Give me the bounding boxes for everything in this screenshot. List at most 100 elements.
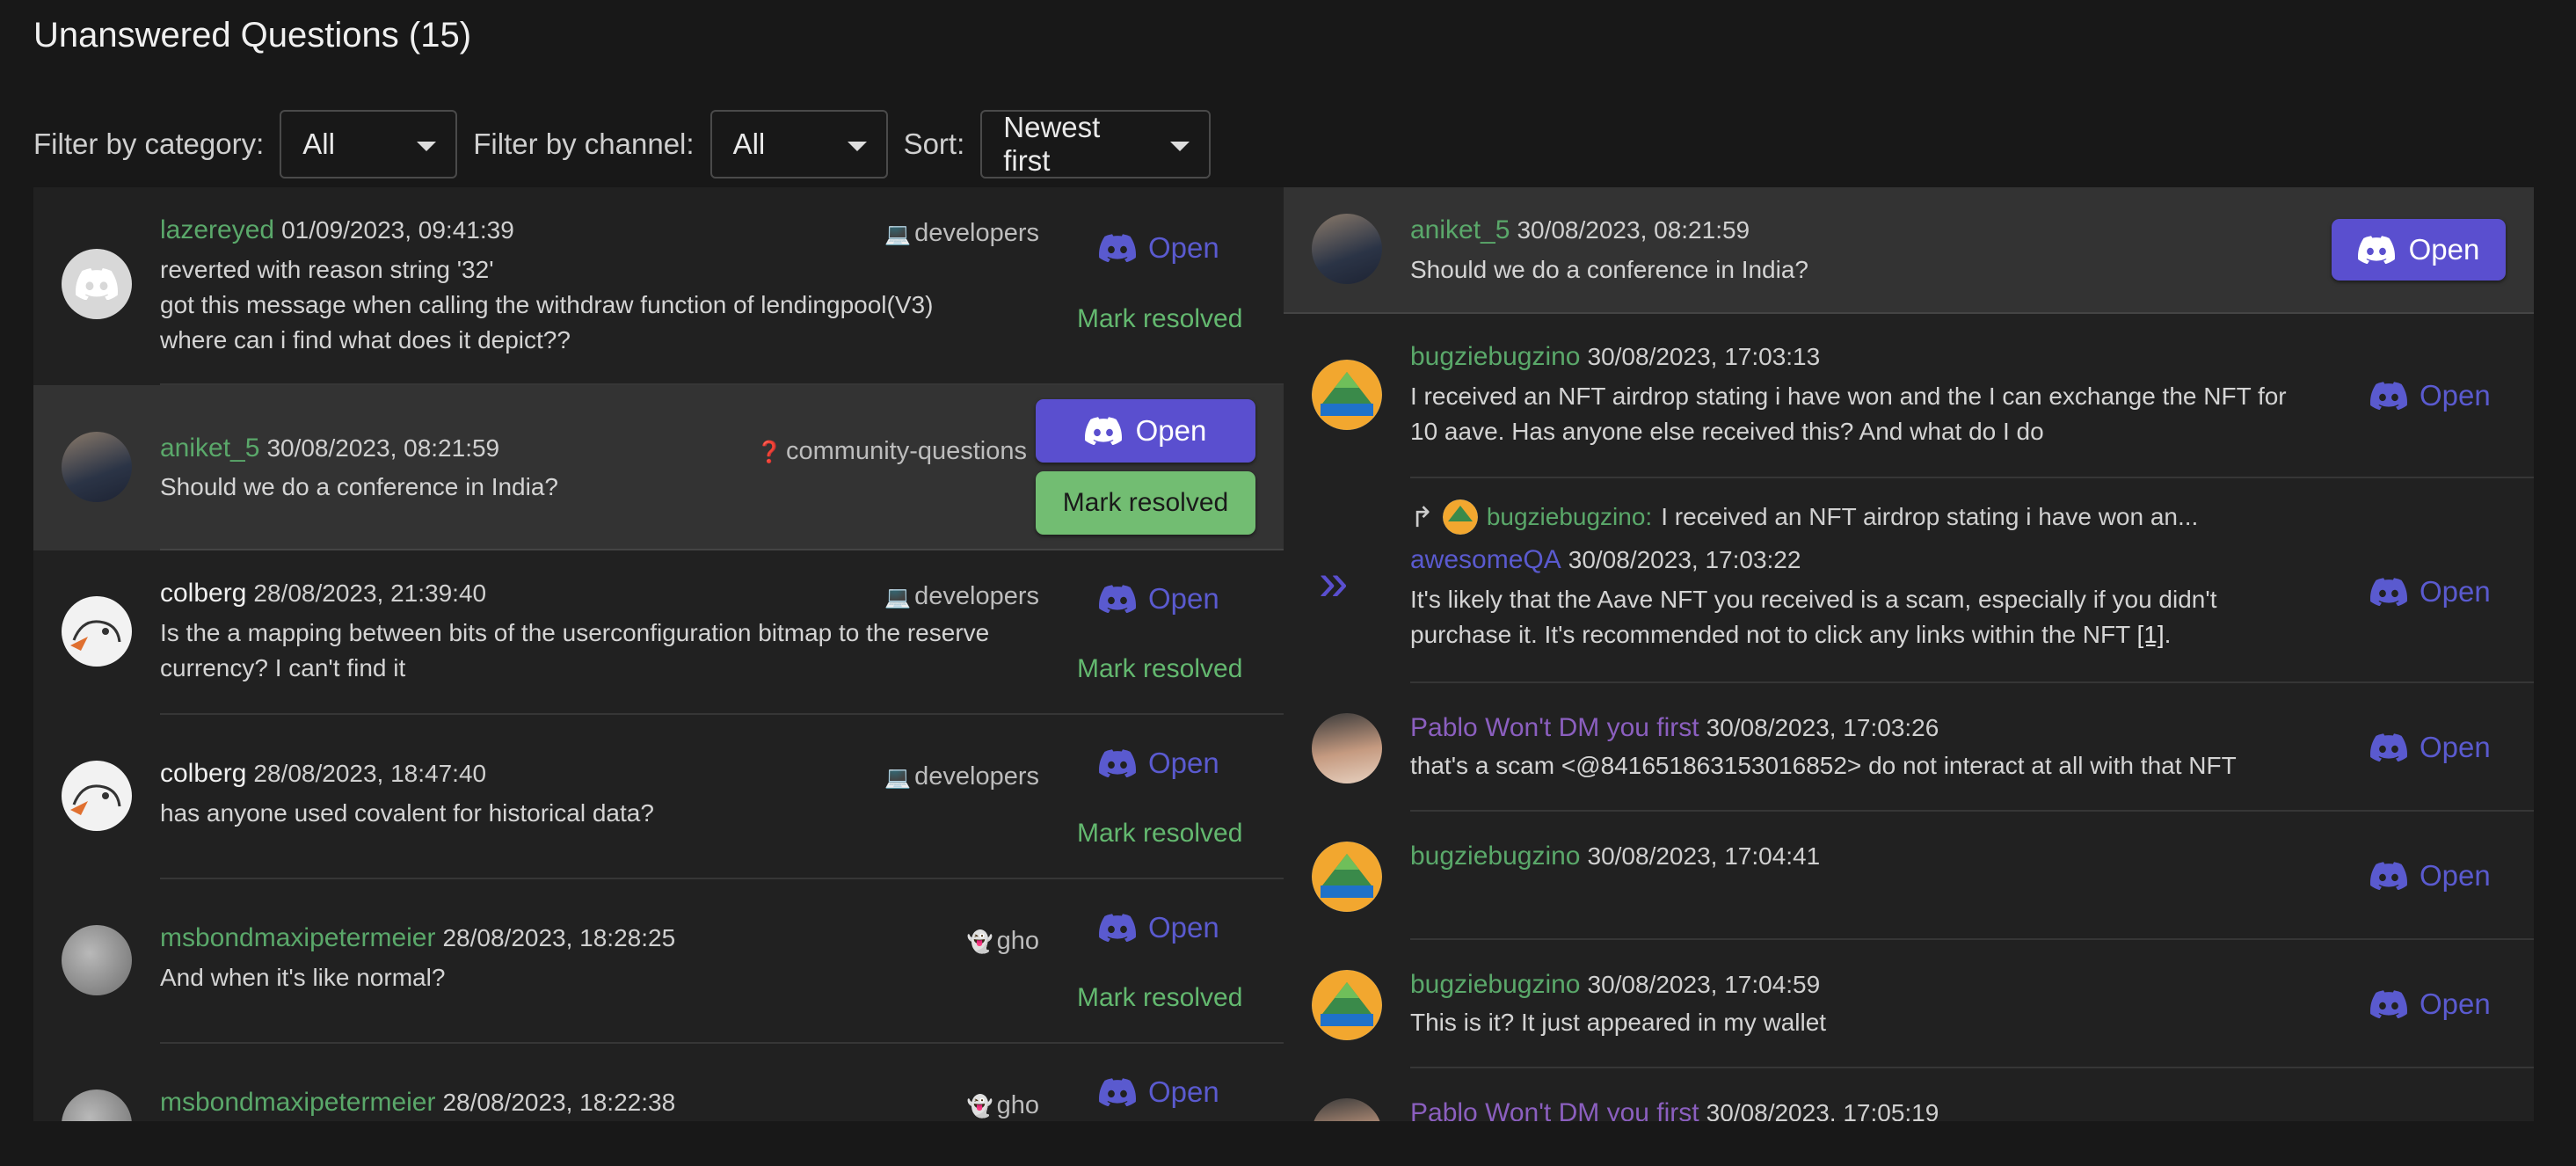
channel-name: developers bbox=[914, 582, 1039, 610]
mark-resolved-button[interactable]: Mark resolved bbox=[1077, 304, 1242, 334]
open-label: Open bbox=[1148, 747, 1219, 779]
avatar-illustration bbox=[70, 620, 121, 651]
timestamp: 28/08/2023, 18:28:25 bbox=[442, 924, 676, 951]
open-button[interactable]: Open bbox=[2370, 731, 2491, 764]
open-button[interactable]: Open bbox=[2370, 575, 2491, 609]
message-line: currency? I can't find it bbox=[160, 654, 406, 681]
username[interactable]: colberg bbox=[160, 759, 246, 788]
avatar-illustration bbox=[1312, 842, 1382, 912]
channel-name: gho bbox=[996, 1091, 1039, 1119]
open-button[interactable]: Open bbox=[1036, 399, 1255, 463]
question-row[interactable]: msbondmaxipetermeier 28/08/2023, 18:28:25… bbox=[33, 879, 1284, 1044]
mark-resolved-button[interactable]: Mark resolved bbox=[1077, 983, 1242, 1013]
bot-chevron-icon: » bbox=[1319, 552, 1349, 611]
open-label: Open bbox=[2420, 987, 2491, 1020]
category-filter-select[interactable]: All bbox=[280, 110, 458, 179]
message-line: Should we do a conference in India? bbox=[1410, 256, 1808, 283]
avatar bbox=[62, 761, 132, 831]
channel-filter-value: All bbox=[732, 128, 766, 160]
open-label: Open bbox=[1148, 231, 1219, 264]
open-button[interactable]: Open bbox=[1099, 231, 1219, 265]
reply-reference[interactable]: ↱ bugziebugzino: I received an NFT airdr… bbox=[1410, 499, 2198, 535]
message-line-text: purchase it. It's recommended not to cli… bbox=[1410, 621, 2137, 648]
avatar bbox=[62, 249, 132, 319]
timestamp: 30/08/2023, 17:04:41 bbox=[1587, 842, 1821, 870]
channel-filter-select[interactable]: All bbox=[709, 110, 888, 179]
ghost-icon: 👻 bbox=[966, 1095, 993, 1119]
discord-icon bbox=[1099, 914, 1136, 942]
reply-arrow-icon: ↱ bbox=[1410, 501, 1434, 533]
question-list[interactable]: lazereyed 01/09/2023, 09:41:39 💻 developer… bbox=[33, 187, 1284, 1121]
message-line: got this message when calling the withdr… bbox=[160, 291, 934, 318]
discord-icon bbox=[2370, 578, 2407, 606]
message-line: This is it? It just appeared in my walle… bbox=[1410, 1009, 1827, 1036]
discord-icon bbox=[1099, 234, 1136, 262]
question-row[interactable]: msbondmaxipetermeier 28/08/2023, 18:22:38… bbox=[33, 1044, 1284, 1121]
open-button[interactable]: Open bbox=[2370, 379, 2491, 412]
username[interactable]: msbondmaxipetermeier bbox=[160, 1088, 435, 1117]
message-meta: msbondmaxipetermeier 28/08/2023, 18:28:25 bbox=[160, 923, 675, 953]
discord-icon bbox=[2370, 733, 2407, 762]
message-text: I received an NFT airdrop stating i have… bbox=[1410, 379, 2287, 449]
channel-tag: 💻 developers bbox=[884, 582, 1039, 611]
mark-resolved-button[interactable]: Mark resolved bbox=[1077, 819, 1242, 849]
discord-icon bbox=[1099, 585, 1136, 613]
reply-username[interactable]: bugziebugzino: bbox=[1487, 503, 1652, 531]
message-text: This is it? It just appeared in my walle… bbox=[1410, 1005, 1826, 1040]
open-button[interactable]: Open bbox=[2332, 219, 2506, 281]
username[interactable]: awesomeQA bbox=[1410, 545, 1561, 574]
mark-resolved-button[interactable]: Mark resolved bbox=[1077, 654, 1242, 684]
citation-link[interactable]: [1] bbox=[2137, 621, 2165, 648]
username[interactable]: msbondmaxipetermeier bbox=[160, 923, 435, 952]
username[interactable]: bugziebugzino bbox=[1410, 842, 1581, 871]
avatar bbox=[1312, 1098, 1382, 1121]
username[interactable]: bugziebugzino bbox=[1410, 342, 1581, 371]
message-text: And when it's like normal? bbox=[160, 960, 445, 995]
message-text: Should we do a conference in India? bbox=[1410, 252, 1808, 288]
open-button[interactable]: Open bbox=[1099, 1075, 1219, 1109]
message-text: has anyone used covalent for historical … bbox=[160, 796, 654, 831]
open-label: Open bbox=[2420, 575, 2491, 608]
channel-name: developers bbox=[914, 219, 1039, 247]
avatar bbox=[1312, 214, 1382, 284]
username[interactable]: Pablo Won't DM you first bbox=[1410, 1098, 1699, 1121]
reply-snippet: I received an NFT airdrop stating i have… bbox=[1661, 503, 2199, 530]
question-row-selected[interactable]: aniket_5 30/08/2023, 08:21:59 ❓ community-… bbox=[33, 385, 1284, 550]
message-meta: msbondmaxipetermeier 28/08/2023, 18:22:38 bbox=[160, 1088, 675, 1118]
open-label: Open bbox=[2420, 731, 2491, 763]
message-meta: colberg 28/08/2023, 21:39:40 bbox=[160, 579, 486, 609]
username[interactable]: aniket_5 bbox=[160, 434, 259, 463]
mark-resolved-button[interactable]: Mark resolved bbox=[1036, 471, 1255, 535]
caret-down-icon bbox=[1170, 142, 1190, 151]
open-button[interactable]: Open bbox=[1099, 911, 1219, 944]
thread-message-original: aniket_5 30/08/2023, 08:21:59 Should we d… bbox=[1284, 187, 2534, 314]
discord-icon bbox=[2370, 382, 2407, 410]
caret-down-icon bbox=[847, 142, 867, 151]
message-text: reverted with reason string '32' got thi… bbox=[160, 252, 933, 358]
username[interactable]: bugziebugzino bbox=[1410, 970, 1581, 999]
open-button[interactable]: Open bbox=[2370, 987, 2491, 1021]
channel-tag: 💻 developers bbox=[884, 762, 1039, 791]
username[interactable]: aniket_5 bbox=[1410, 215, 1510, 244]
timestamp: 28/08/2023, 18:47:40 bbox=[253, 760, 487, 787]
discord-icon bbox=[1099, 1078, 1136, 1106]
message-meta: Pablo Won't DM you first 30/08/2023, 17:0… bbox=[1410, 713, 1939, 743]
open-button[interactable]: Open bbox=[1099, 582, 1219, 616]
question-row[interactable]: colberg 28/08/2023, 21:39:40 💻 developers … bbox=[33, 550, 1284, 715]
channel-name: community-questions bbox=[786, 437, 1027, 465]
message-text: Should we do a conference in India? bbox=[160, 470, 558, 505]
username[interactable]: Pablo Won't DM you first bbox=[1410, 713, 1699, 742]
username[interactable]: colberg bbox=[160, 579, 246, 608]
open-button[interactable]: Open bbox=[1099, 747, 1219, 780]
open-button[interactable]: Open bbox=[2370, 859, 2491, 893]
username[interactable]: lazereyed bbox=[160, 215, 274, 244]
message-meta: aniket_5 30/08/2023, 08:21:59 bbox=[160, 434, 499, 463]
question-row[interactable]: colberg 28/08/2023, 18:47:40 💻 developers … bbox=[33, 715, 1284, 879]
sort-select[interactable]: Newest first bbox=[980, 110, 1212, 179]
thread-panel[interactable]: aniket_5 30/08/2023, 08:21:59 Should we d… bbox=[1284, 187, 2534, 1121]
message-text: It's likely that the Aave NFT you receiv… bbox=[1410, 582, 2216, 652]
discord-icon bbox=[1099, 749, 1136, 777]
laptop-icon: 💻 bbox=[884, 766, 912, 790]
question-row[interactable]: lazereyed 01/09/2023, 09:41:39 💻 developer… bbox=[33, 187, 1284, 385]
avatar bbox=[1312, 842, 1382, 912]
